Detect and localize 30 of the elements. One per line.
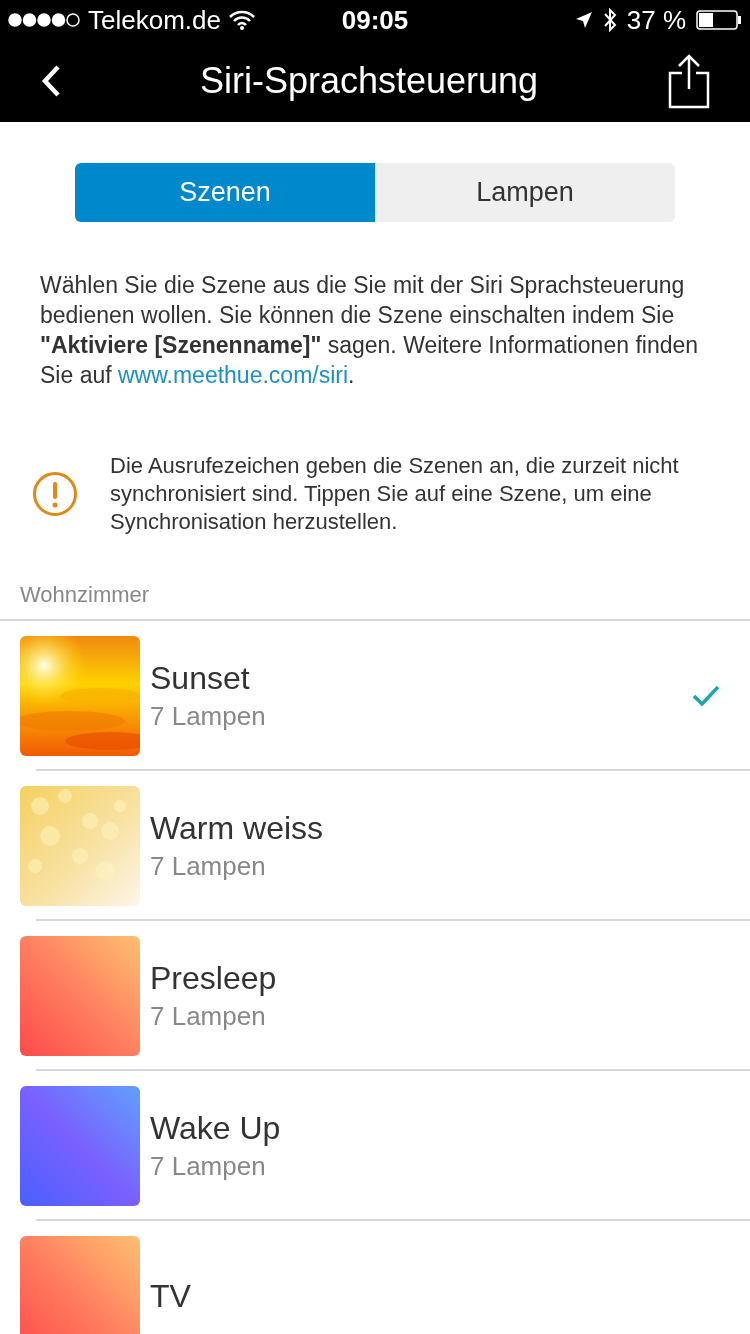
screen-title: Siri-Sprachsteuerung bbox=[199, 60, 539, 101]
scene-name: Sunset bbox=[150, 659, 251, 698]
carrier-name: Telekom.de bbox=[88, 3, 221, 37]
scene-name: Wake Up bbox=[150, 1109, 282, 1148]
bluetooth-icon bbox=[602, 8, 617, 32]
section-header: Wohnzimmer bbox=[20, 582, 150, 607]
location-icon bbox=[574, 11, 593, 29]
lamp-count: 7 Lampen bbox=[150, 1150, 267, 1183]
website-link[interactable]: www.meethue.com/siri bbox=[118, 362, 349, 388]
sync-notice: Die Ausrufezeichen geben die Szenen an, die zurzeit nicht synchronisiert sind. Tippen Sie auf eine Szene, um eine Synchronisation herzustellen. bbox=[110, 452, 680, 536]
lamp-count: 7 Lampen bbox=[150, 700, 267, 733]
scene-row[interactable]: Warm weiss 7 Lampen bbox=[0, 771, 750, 921]
battery-percent: 37 % bbox=[626, 3, 686, 37]
scene-row[interactable]: TV bbox=[0, 1221, 750, 1334]
warning-icon bbox=[32, 471, 78, 517]
scene-name: Warm weiss bbox=[150, 809, 325, 848]
signal-icon bbox=[8, 13, 80, 27]
scene-row[interactable]: Presleep 7 Lampen bbox=[0, 921, 750, 1071]
status-time: 09:05 bbox=[341, 4, 409, 35]
segment-tab[interactable]: Szenen bbox=[75, 163, 375, 222]
lamp-count: 7 Lampen bbox=[150, 1000, 267, 1033]
scene-name: Presleep bbox=[150, 959, 278, 998]
share-button[interactable] bbox=[668, 53, 710, 109]
scene-name: TV bbox=[150, 1277, 192, 1316]
wifi-icon bbox=[228, 10, 255, 30]
scene-row[interactable]: Wake Up 7 Lampen bbox=[0, 1071, 750, 1221]
lamp-count: 7 Lampen bbox=[150, 850, 267, 883]
intro-paragraph: Wählen Sie die Szene aus die Sie mit der Siri Sprachsteuerung bedienen wollen. Sie können die Szene einschalten indem Sie "Aktiviere [Szenenname]" sagen. Weitere Informationen finden Sie auf www.meethue.com/siri. bbox=[40, 271, 700, 390]
battery-icon bbox=[696, 10, 742, 30]
scene-row[interactable]: Sunset 7 Lampen bbox=[0, 621, 750, 771]
